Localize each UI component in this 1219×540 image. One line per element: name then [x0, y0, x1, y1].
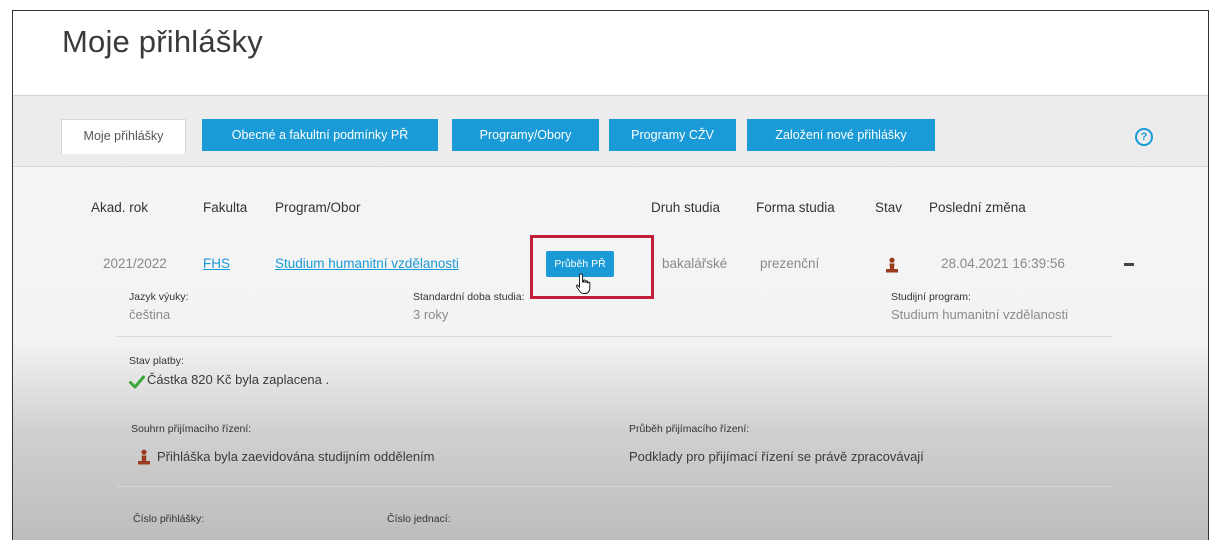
- language-label: Jazyk výuky:: [129, 291, 189, 303]
- browser-frame: Moje přihlášky Moje přihlášky Obecné a f…: [12, 10, 1209, 540]
- summary-value: Přihláška byla zaevidována studijním odd…: [157, 449, 435, 464]
- program-detail-value: Studium humanitní vzdělanosti: [891, 307, 1069, 322]
- reference-number-label: Číslo jednací:: [387, 513, 451, 525]
- payment-value: Částka 820 Kč byla zaplacena .: [147, 372, 330, 387]
- tab-programs[interactable]: Programy/Obory: [452, 119, 599, 151]
- program-link[interactable]: Studium humanitní vzdělanosti: [275, 256, 459, 271]
- admission-progress-label: Průběh přijímacího řízení:: [629, 423, 750, 435]
- divider: [117, 405, 1113, 406]
- table-row: 2021/2022 FHS Studium humanitní vzdělano…: [87, 235, 1137, 540]
- summary-label: Souhrn přijímacího řízení:: [131, 423, 252, 435]
- person-icon: [138, 449, 150, 465]
- help-icon[interactable]: ?: [1135, 128, 1153, 146]
- person-icon: [886, 257, 898, 273]
- applications-table: Akad. rok Fakulta Program/Obor Druh stud…: [13, 167, 1208, 540]
- cell-type: bakalářské: [662, 256, 728, 271]
- program-detail-label: Studijní program:: [891, 291, 971, 303]
- header-program: Program/Obor: [275, 200, 361, 215]
- tab-bar: Moje přihlášky Obecné a fakultní podmínk…: [13, 95, 1208, 167]
- tab-programs-czv[interactable]: Programy CŽV: [609, 119, 736, 151]
- cell-year: 2021/2022: [103, 256, 167, 271]
- header-status: Stav: [875, 200, 903, 215]
- language-value: čeština: [129, 307, 171, 322]
- admission-progress-value: Podklady pro přijímací řízení se právě z…: [629, 449, 924, 464]
- tab-my-applications[interactable]: Moje přihlášky: [61, 119, 186, 154]
- payment-label: Stav platby:: [129, 355, 184, 367]
- collapse-icon[interactable]: [1124, 263, 1134, 266]
- faculty-link[interactable]: FHS: [203, 256, 230, 271]
- divider: [117, 486, 1113, 487]
- header-year: Akad. rok: [91, 200, 149, 215]
- page-header: Moje přihlášky: [13, 11, 1208, 94]
- tab-new-application[interactable]: Založení nové přihlášky: [747, 119, 935, 151]
- divider: [117, 336, 1113, 337]
- table-header: Akad. rok Fakulta Program/Obor Druh stud…: [13, 167, 1208, 237]
- application-number-label: Číslo přihlášky:: [133, 513, 205, 525]
- cell-form: prezenční: [760, 256, 820, 271]
- page-title: Moje přihlášky: [62, 24, 263, 59]
- hand-cursor-icon: [575, 273, 591, 294]
- header-faculty: Fakulta: [203, 200, 248, 215]
- cell-last-change: 28.04.2021 16:39:56: [941, 256, 1065, 271]
- header-form: Forma studia: [756, 200, 835, 215]
- header-last-change: Poslední změna: [929, 200, 1026, 215]
- check-icon: [129, 375, 145, 389]
- duration-label: Standardní doba studia:: [413, 291, 525, 303]
- tab-general-conditions[interactable]: Obecné a fakultní podmínky PŘ: [202, 119, 438, 151]
- header-type: Druh studia: [651, 200, 721, 215]
- duration-value: 3 roky: [413, 307, 449, 322]
